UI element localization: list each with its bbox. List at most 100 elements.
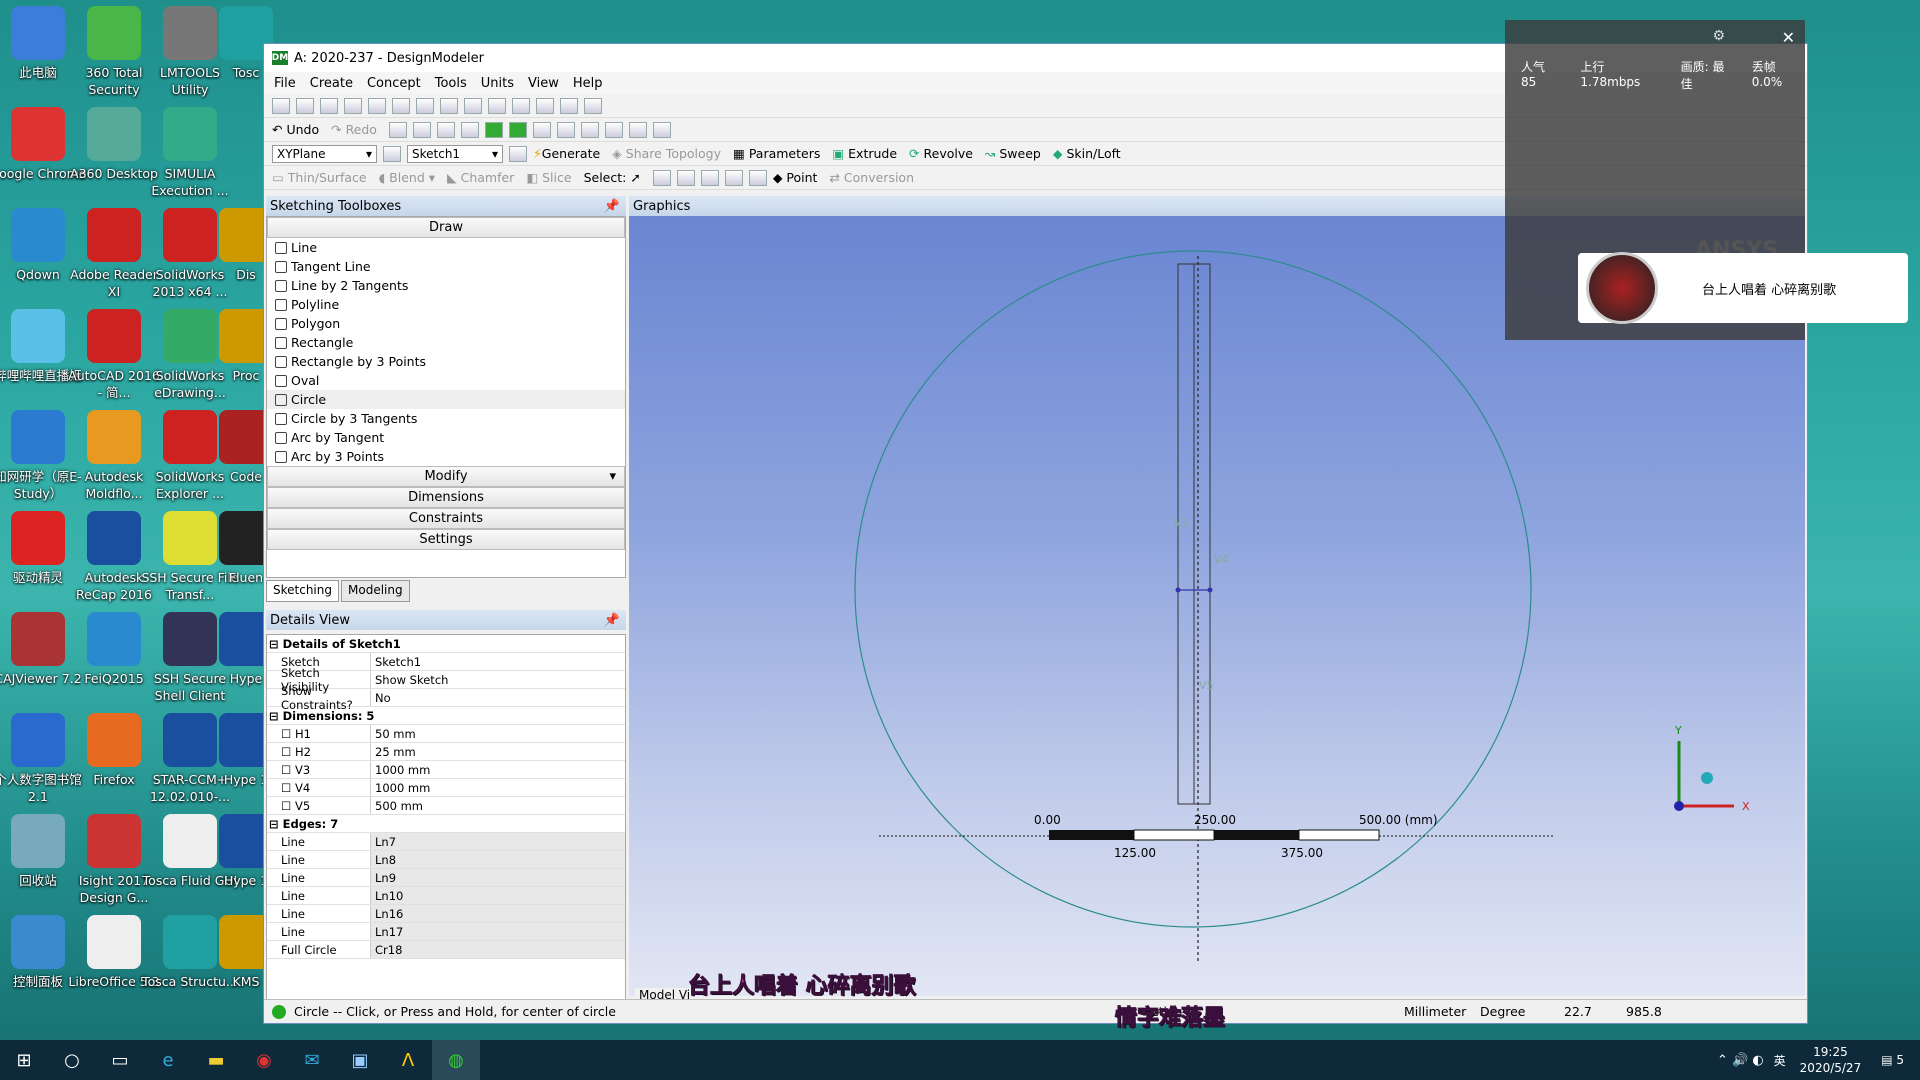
box-select-icon[interactable] [652, 169, 671, 186]
details-value[interactable]: Show Sketch [371, 671, 625, 688]
dimensions-section[interactable]: Dimensions [267, 487, 625, 508]
menu-file[interactable]: File [274, 76, 296, 91]
task-view-icon[interactable]: ▭ [96, 1040, 144, 1080]
parameters-button[interactable]: ▦ Parameters [733, 146, 820, 161]
select-mode-icon[interactable] [484, 121, 503, 138]
triad-icon[interactable] [512, 97, 530, 114]
selection-filter-body-icon[interactable] [580, 121, 599, 138]
chamfer-button[interactable]: ◣ Chamfer [447, 170, 514, 185]
details-value[interactable]: Ln8 [371, 851, 625, 868]
expand-icon[interactable] [748, 169, 767, 186]
point-button[interactable]: ◆ Point [773, 170, 818, 185]
details-value[interactable]: 50 mm [371, 725, 625, 742]
sketch-tool-item[interactable]: Oval [267, 371, 625, 390]
designmodeler-taskbar-icon[interactable]: ◍ [432, 1040, 480, 1080]
sketch-tool-item[interactable]: Tangent Line [267, 257, 625, 276]
details-row[interactable]: ☐ V4 1000 mm [267, 779, 625, 797]
look-at-icon[interactable] [464, 97, 482, 114]
tab-modeling[interactable]: Modeling [341, 580, 410, 602]
ansys-taskbar-icon[interactable]: Λ [384, 1040, 432, 1080]
rotate-icon[interactable] [272, 97, 290, 114]
details-value[interactable]: Ln17 [371, 923, 625, 940]
file-explorer-icon[interactable]: ▬ [192, 1040, 240, 1080]
blend-button[interactable]: ◖ Blend ▾ [379, 170, 435, 185]
mail-icon[interactable]: ✉ [288, 1040, 336, 1080]
save-as-icon[interactable] [436, 121, 455, 138]
zoom-fit-icon[interactable] [392, 97, 410, 114]
details-value[interactable]: 1000 mm [371, 761, 625, 778]
sketch-dropdown[interactable]: Sketch1 ▾ [407, 144, 503, 163]
save-icon[interactable] [412, 121, 431, 138]
details-value[interactable]: Ln7 [371, 833, 625, 850]
details-group-header[interactable]: ⊟ Edges: 7 [267, 815, 625, 833]
share-topology-button[interactable]: ◈ Share Topology [612, 146, 721, 161]
iso-ball[interactable] [1701, 772, 1713, 784]
details-group-header[interactable]: ⊟ Details of Sketch1 [267, 635, 625, 653]
details-row[interactable]: Line Ln16 [267, 905, 625, 923]
clock[interactable]: 19:25 2020/5/27 [1800, 1044, 1862, 1076]
selection-filter-point-icon[interactable] [604, 121, 623, 138]
pin-icon[interactable]: 📌 [604, 199, 620, 214]
search-icon[interactable]: ○ [48, 1040, 96, 1080]
skinloft-button[interactable]: ◆ Skin/Loft [1053, 146, 1121, 161]
menu-view[interactable]: View [528, 76, 559, 91]
details-value[interactable]: Sketch1 [371, 653, 625, 670]
details-row[interactable]: Line Ln17 [267, 923, 625, 941]
zoom-icon[interactable] [320, 97, 338, 114]
constraints-section[interactable]: Constraints [267, 508, 625, 529]
sketch-tool-item[interactable]: Arc by Tangent [267, 428, 625, 447]
generate-button[interactable]: ⚡ Generate [533, 146, 600, 161]
details-row[interactable]: Line Ln10 [267, 887, 625, 905]
overlay-settings-icon[interactable]: ⚙ [1712, 28, 1725, 44]
point-display-icon[interactable] [560, 97, 578, 114]
dim-v4-label[interactable]: V4 [1214, 553, 1229, 566]
display-icon[interactable] [488, 97, 506, 114]
status-units[interactable]: Millimeter [1404, 1004, 1480, 1019]
zoom-out-icon[interactable] [440, 97, 458, 114]
selection-filter-line-icon[interactable] [628, 121, 647, 138]
help-icon[interactable] [584, 97, 602, 114]
display-mode-icon[interactable] [536, 97, 554, 114]
overlay-close-icon[interactable]: ✕ [1782, 28, 1795, 47]
thin-surface-button[interactable]: ▭ Thin/Surface [272, 170, 367, 185]
undo-button[interactable]: ↶ Undo [272, 122, 319, 137]
modify-section[interactable]: Modify ▾ [267, 466, 625, 487]
details-row[interactable]: Show Constraints? No [267, 684, 625, 712]
new-sketch-icon[interactable] [509, 145, 527, 162]
magnifier-icon[interactable] [416, 97, 434, 114]
sketch-tool-item[interactable]: Rectangle by 3 Points [267, 352, 625, 371]
extend-select-icon[interactable] [724, 169, 743, 186]
sketch-tool-item[interactable]: Circle [267, 390, 625, 409]
sketch-tool-item[interactable]: Rectangle [267, 333, 625, 352]
screenshot-icon[interactable] [460, 121, 479, 138]
details-value[interactable]: 25 mm [371, 743, 625, 760]
zoom-box-icon[interactable] [368, 97, 386, 114]
plane-dropdown[interactable]: XYPlane ▾ [272, 144, 377, 163]
status-angle[interactable]: Degree [1480, 1004, 1564, 1019]
details-row[interactable]: Line Ln9 [267, 869, 625, 887]
menu-units[interactable]: Units [481, 76, 514, 91]
sketch-tool-item[interactable]: Polygon [267, 314, 625, 333]
desktop-icon[interactable]: SIMULIA Execution ... [140, 101, 240, 199]
details-row[interactable]: ☐ V5 500 mm [267, 797, 625, 815]
select-body-icon[interactable] [700, 169, 719, 186]
details-row[interactable]: Line Ln8 [267, 851, 625, 869]
pin-select-icon[interactable] [652, 121, 671, 138]
filter-icon[interactable] [508, 121, 527, 138]
details-group-header[interactable]: ⊟ Dimensions: 5 [267, 707, 625, 725]
details-value[interactable]: 1000 mm [371, 779, 625, 796]
sketch-tool-item[interactable]: Arc by 3 Points [267, 447, 625, 466]
pin-icon[interactable]: 📌 [604, 613, 620, 628]
tab-sketching[interactable]: Sketching [266, 580, 339, 602]
details-value[interactable]: Ln16 [371, 905, 625, 922]
details-row[interactable]: Line Ln7 [267, 833, 625, 851]
details-value[interactable]: Ln10 [371, 887, 625, 904]
revolve-button[interactable]: ⟳ Revolve [909, 146, 973, 161]
sketch-tool-item[interactable]: Polyline [267, 295, 625, 314]
app-icon[interactable]: ▣ [336, 1040, 384, 1080]
details-row[interactable]: ☐ H2 25 mm [267, 743, 625, 761]
dim-v3-label[interactable]: V3 [1173, 517, 1188, 530]
sketch-tool-item[interactable]: Line [267, 238, 625, 257]
tray-icons[interactable]: ⌃ 🔊 ◐ [1717, 1053, 1764, 1068]
cursor-icon[interactable]: ➚ [630, 170, 640, 185]
